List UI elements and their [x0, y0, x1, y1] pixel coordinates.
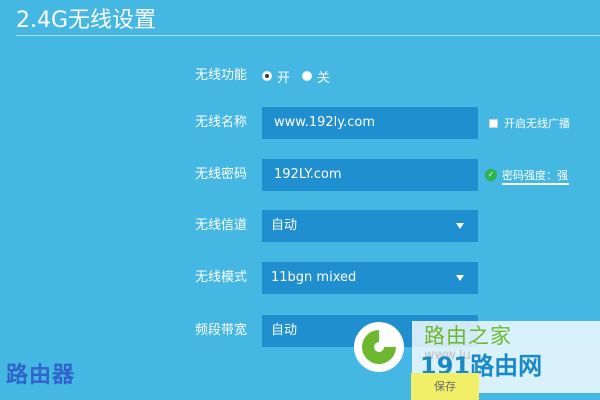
watermark-left: 路由器: [6, 363, 76, 388]
radio-on[interactable]: 开: [262, 67, 290, 86]
radio-off[interactable]: 关: [302, 67, 330, 86]
wireless-channel-label: 无线信道: [195, 218, 248, 233]
password-strength: ✓ 密码强度：强: [485, 159, 569, 191]
wireless-mode-label: 无线模式: [195, 270, 248, 285]
wireless-name-input[interactable]: [262, 107, 478, 139]
broadcast-checkbox[interactable]: [489, 118, 498, 128]
radio-off-dot[interactable]: [302, 71, 313, 81]
page-title: 2.4G无线设置: [16, 8, 157, 33]
watermark-logo-icon: [354, 322, 404, 372]
password-strength-bar: [502, 183, 569, 185]
wireless-name-label: 无线名称: [195, 115, 248, 130]
bandwidth-label: 频段带宽: [195, 323, 248, 338]
broadcast-toggle[interactable]: 开启无线广播: [489, 107, 570, 139]
wireless-mode-value: 11bgn mixed: [271, 270, 357, 285]
wireless-function-radio-group: 开 关: [262, 60, 342, 92]
wireless-channel-row: 无线信道 自动: [0, 210, 600, 242]
wireless-function-row: 无线功能 开 关: [0, 60, 600, 92]
radio-on-label: 开: [277, 70, 291, 86]
wireless-function-label: 无线功能: [195, 68, 248, 83]
title-divider: [16, 35, 600, 36]
broadcast-label: 开启无线广播: [504, 117, 570, 130]
wireless-name-row: 无线名称 开启无线广播: [0, 107, 600, 139]
wireless-mode-row: 无线模式 11bgn mixed: [0, 262, 600, 294]
wireless-channel-value: 自动: [271, 218, 298, 233]
radio-on-dot[interactable]: [262, 71, 272, 81]
check-icon: ✓: [485, 169, 497, 181]
router-settings-page: { "page": { "title": "2.4G无线设置" }, "wire…: [0, 0, 600, 400]
password-strength-label: 密码强度：强: [502, 169, 568, 182]
chevron-down-icon: [456, 275, 464, 281]
wireless-password-input[interactable]: [262, 159, 478, 191]
wireless-password-row: 无线密码 ✓ 密码强度：强: [0, 159, 600, 191]
wireless-channel-select[interactable]: 自动: [262, 210, 478, 242]
radio-off-label: 关: [317, 70, 331, 86]
chevron-down-icon: [456, 223, 464, 229]
save-button[interactable]: 保存: [411, 373, 479, 400]
wireless-mode-select[interactable]: 11bgn mixed: [262, 262, 478, 294]
wireless-password-label: 无线密码: [195, 167, 248, 182]
